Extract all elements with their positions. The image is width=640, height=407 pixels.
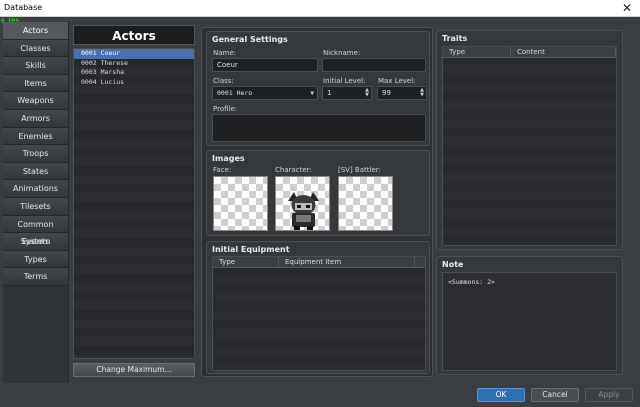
change-maximum-button[interactable]: Change Maximum... — [73, 363, 195, 377]
ok-button[interactable]: OK — [477, 388, 525, 402]
nickname-field[interactable] — [322, 58, 426, 72]
window-title: Database — [4, 3, 43, 12]
class-select[interactable]: 0001 Hero ▼ — [212, 86, 318, 100]
character-sprite-icon — [288, 192, 319, 230]
column-content[interactable]: Content — [511, 47, 616, 57]
face-image-picker[interactable] — [213, 176, 268, 231]
tab-weapons[interactable]: Weapons — [3, 92, 69, 110]
face-label: Face: — [213, 166, 232, 174]
equipment-table[interactable]: Type Equipment Item — [212, 256, 426, 371]
class-select-value: 0001 Hero — [217, 89, 253, 97]
character-image-picker[interactable] — [275, 176, 330, 231]
traits-table-header: Type Content — [443, 47, 616, 58]
actors-list-header: Actors — [73, 25, 195, 45]
battler-label: [SV] Battler: — [338, 166, 381, 174]
tab-troops[interactable]: Troops — [3, 145, 69, 163]
tab-common-events[interactable]: Common Events — [3, 215, 69, 246]
name-field[interactable]: Coeur — [212, 58, 318, 72]
list-item[interactable]: 0004 Lucius — [74, 78, 194, 88]
actor-editor: General Settings Name: Coeur Nickname: C… — [201, 27, 433, 377]
tab-items[interactable]: Items — [3, 74, 69, 93]
tab-skills[interactable]: Skills — [3, 57, 69, 75]
tab-states[interactable]: States — [3, 162, 69, 181]
battler-image-picker[interactable] — [338, 176, 393, 231]
traits-title: Traits — [442, 34, 468, 43]
tab-types[interactable]: Types — [3, 250, 69, 269]
actors-list[interactable]: 0001 Coeur 0002 Therese 0003 Marsha 0004… — [73, 48, 195, 359]
note-panel: Note <Summons: 2> — [436, 256, 623, 375]
list-item[interactable]: 0001 Coeur — [74, 49, 194, 59]
list-item[interactable]: 0003 Marsha — [74, 68, 194, 78]
max-level-value: 99 — [382, 89, 391, 97]
character-label: Character: — [275, 166, 312, 174]
stepper-arrows-icon[interactable]: ▲ ▼ — [365, 88, 369, 98]
initial-level-label: Initial Level: — [323, 77, 366, 85]
column-equipment-item[interactable]: Equipment Item — [279, 257, 415, 267]
profile-textarea[interactable] — [212, 114, 426, 142]
general-settings-title: General Settings — [212, 35, 288, 44]
tab-tilesets[interactable]: Tilesets — [3, 197, 69, 216]
close-icon[interactable]: ✕ — [622, 1, 632, 15]
max-level-label: Max Level: — [378, 77, 416, 85]
equipment-table-header: Type Equipment Item — [213, 257, 425, 268]
list-item[interactable]: 0002 Therese — [74, 59, 194, 69]
tab-animations[interactable]: Animations — [3, 180, 69, 198]
note-textarea[interactable]: <Summons: 2> — [442, 272, 617, 371]
tab-actors[interactable]: Actors — [3, 22, 69, 40]
tabs-filler — [3, 286, 69, 383]
tab-enemies[interactable]: Enemies — [3, 127, 69, 146]
initial-equipment-title: Initial Equipment — [212, 245, 290, 254]
traits-table[interactable]: Type Content — [442, 46, 617, 246]
initial-level-value: 1 — [327, 89, 332, 97]
database-tabs: Actors Classes Skills Items Weapons Armo… — [3, 22, 69, 286]
column-type[interactable]: Type — [213, 257, 279, 267]
initial-equipment-panel: Initial Equipment Type Equipment Item — [206, 241, 430, 374]
note-title: Note — [442, 260, 464, 269]
stepper-arrows-icon[interactable]: ▲ ▼ — [420, 88, 424, 98]
title-bar: Database ✕ — [0, 0, 640, 17]
max-level-stepper[interactable]: 99 ▲ ▼ — [377, 86, 427, 100]
class-label: Class: — [213, 77, 234, 85]
general-settings-panel: General Settings Name: Coeur Nickname: C… — [206, 31, 430, 146]
images-title: Images — [212, 154, 245, 163]
name-label: Name: — [213, 49, 237, 57]
profile-label: Profile: — [213, 105, 238, 113]
initial-level-stepper[interactable]: 1 ▲ ▼ — [322, 86, 372, 100]
traits-panel: Traits Type Content — [436, 30, 623, 250]
images-panel: Images Face: Character: [SV] Battler: — [206, 150, 430, 236]
nickname-label: Nickname: — [323, 49, 361, 57]
chevron-down-icon[interactable]: ▼ — [310, 87, 314, 100]
tab-armors[interactable]: Armors — [3, 109, 69, 128]
tab-system[interactable]: System — [3, 233, 69, 251]
column-type[interactable]: Type — [443, 47, 511, 57]
cancel-button[interactable]: Cancel — [531, 388, 579, 402]
apply-button[interactable]: Apply — [585, 388, 633, 402]
tab-classes[interactable]: Classes — [3, 39, 69, 58]
tab-terms[interactable]: Terms — [3, 268, 69, 286]
